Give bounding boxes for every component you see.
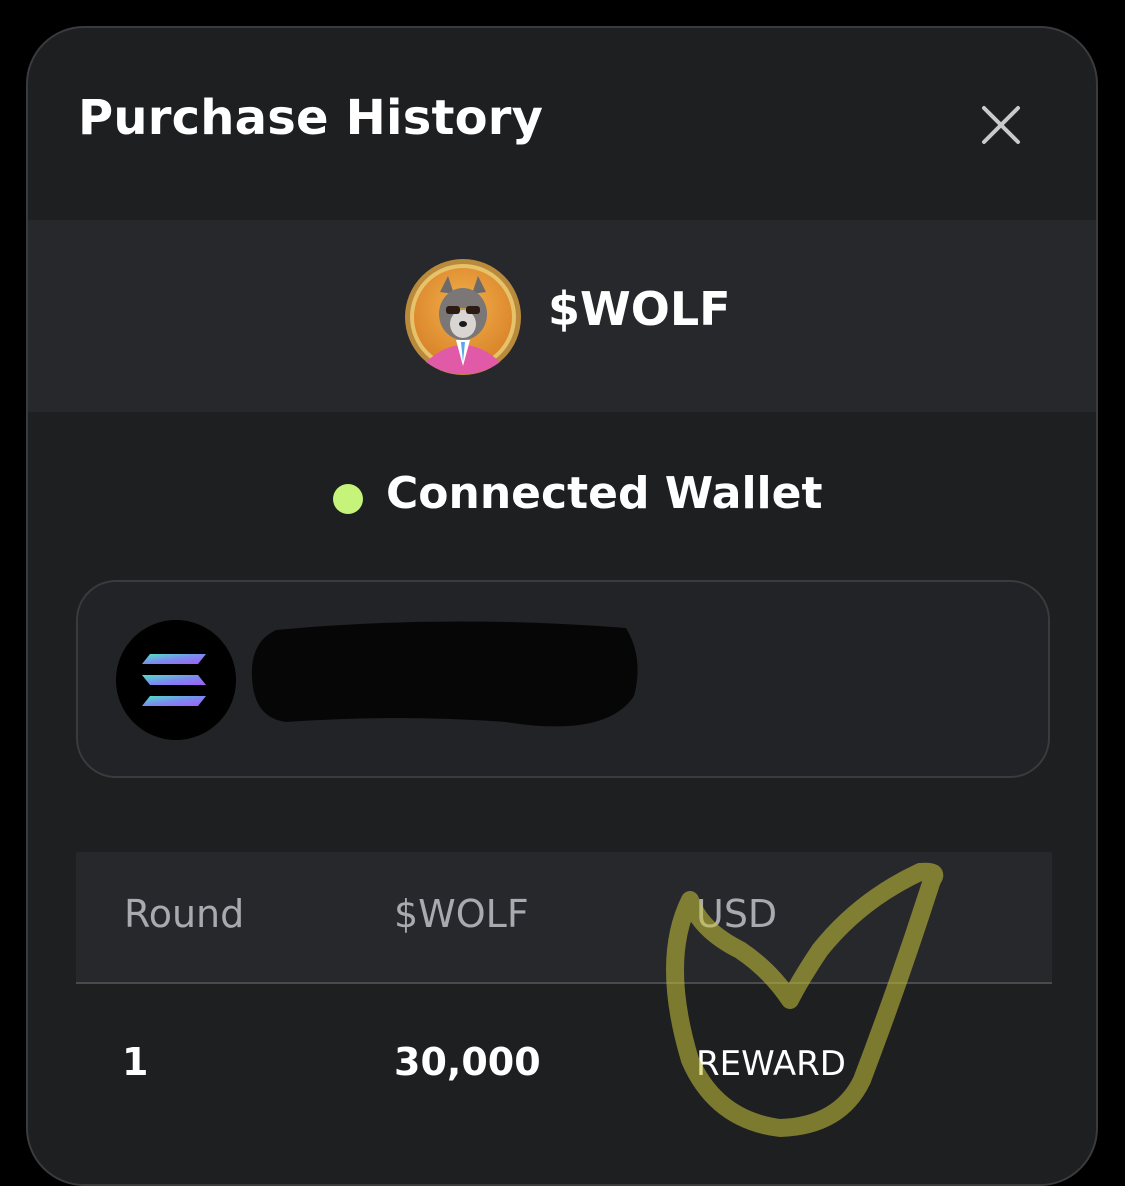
wallet-status-label: Connected Wallet xyxy=(386,468,823,519)
column-header-usd: USD xyxy=(696,892,778,936)
purchase-history-modal: Purchase History $WOLF Connected Wallet … xyxy=(26,26,1098,1186)
cell-wolf-amount: 30,000 xyxy=(394,1040,541,1084)
wallet-address-box[interactable] xyxy=(76,580,1050,778)
token-band: $WOLF xyxy=(28,220,1096,412)
solana-icon xyxy=(116,620,236,740)
close-icon[interactable] xyxy=(978,102,1024,148)
column-header-wolf: $WOLF xyxy=(394,892,529,936)
table-header: Round $WOLF USD xyxy=(76,852,1052,984)
cell-usd: REWARD xyxy=(696,1044,846,1084)
page-title: Purchase History xyxy=(78,90,544,146)
wolf-avatar-icon xyxy=(405,259,521,375)
purchase-table: Round $WOLF USD 1 30,000 REWARD xyxy=(76,852,1052,1172)
wallet-status: Connected Wallet xyxy=(28,468,1096,528)
modal-header: Purchase History xyxy=(28,28,1096,220)
cell-round: 1 xyxy=(122,1040,149,1084)
table-row: 1 30,000 REWARD xyxy=(76,984,1052,1144)
column-header-round: Round xyxy=(124,892,245,936)
redacted-wallet-address xyxy=(251,621,638,727)
token-name: $WOLF xyxy=(548,282,731,336)
status-dot-icon xyxy=(333,484,363,514)
